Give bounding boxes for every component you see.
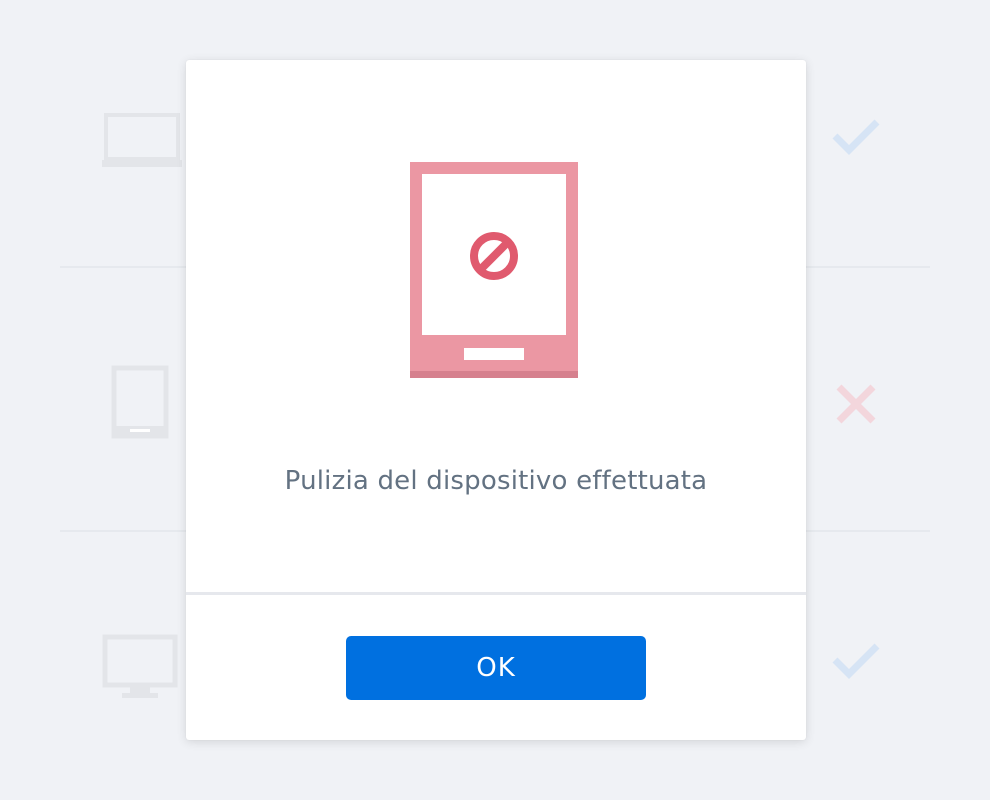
tablet-icon (111, 365, 169, 439)
check-icon (832, 643, 880, 679)
ok-button[interactable]: OK (346, 636, 646, 700)
desktop-icon (102, 634, 178, 698)
dialog-body: Pulizia del dispositivo effettuata (186, 60, 806, 592)
dialog-separator (186, 592, 806, 595)
check-icon (832, 119, 880, 155)
tablet-blocked-icon (410, 162, 578, 378)
cross-icon (836, 384, 876, 424)
dialog-message: Pulizia del dispositivo effettuata (284, 466, 708, 496)
device-wipe-dialog: Pulizia del dispositivo effettuata OK (186, 60, 806, 740)
laptop-icon (102, 113, 182, 167)
